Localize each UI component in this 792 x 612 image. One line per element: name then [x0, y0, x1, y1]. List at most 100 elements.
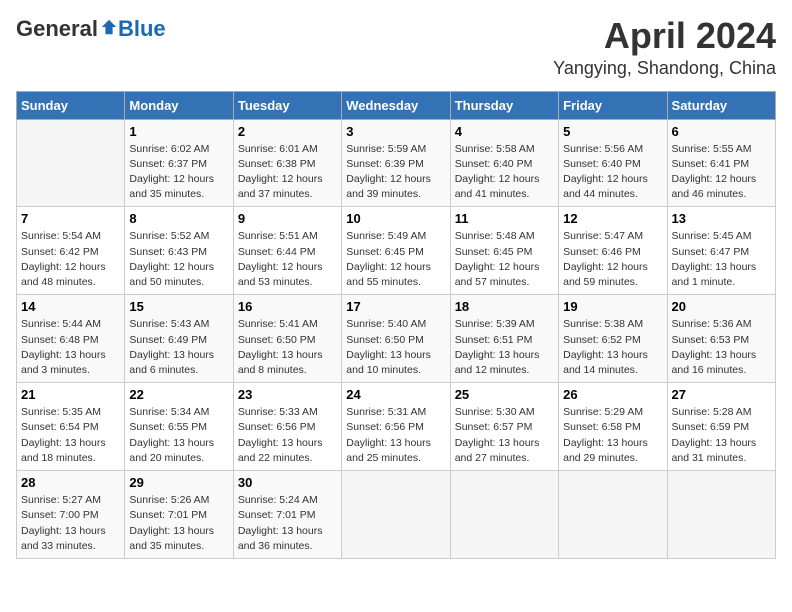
calendar-cell: 3Sunrise: 5:59 AM Sunset: 6:39 PM Daylig…: [342, 119, 450, 207]
day-number: 4: [455, 124, 554, 139]
day-info: Sunrise: 5:41 AM Sunset: 6:50 PM Dayligh…: [238, 317, 337, 378]
calendar-cell: 7 Sunrise: 5:54 AM Sunset: 6:42 PM Daylig…: [17, 207, 125, 295]
calendar-cell: 9 Sunrise: 5:51 AM Sunset: 6:44 PM Daylig…: [233, 207, 341, 295]
logo-general-text: General: [16, 16, 98, 42]
calendar-cell: 16 Sunrise: 5:41 AM Sunset: 6:50 PM Dayli…: [233, 295, 341, 383]
day-info: Sunrise: 5:48 AM Sunset: 6:45 PM Dayligh…: [455, 229, 554, 290]
calendar-cell: 23Sunrise: 5:33 AM Sunset: 6:56 PM Dayli…: [233, 383, 341, 471]
calendar-cell: 25 Sunrise: 5:30 AM Sunset: 6:57 PM Dayli…: [450, 383, 558, 471]
day-info: Sunrise: 5:28 AM Sunset: 6:59 PM Dayligh…: [672, 405, 771, 466]
day-info: Sunrise: 5:56 AM Sunset: 6:40 PM Dayligh…: [563, 142, 662, 203]
calendar-cell: 28 Sunrise: 5:27 AM Sunset: 7:00 PM Dayli…: [17, 471, 125, 559]
calendar-cell: 17Sunrise: 5:40 AM Sunset: 6:50 PM Dayli…: [342, 295, 450, 383]
day-info: Sunrise: 5:55 AM Sunset: 6:41 PM Dayligh…: [672, 142, 771, 203]
day-number: 27: [672, 387, 771, 402]
title-block: April 2024 Yangying, Shandong, China: [553, 16, 776, 79]
day-number: 13: [672, 211, 771, 226]
calendar-cell: 1 Sunrise: 6:02 AM Sunset: 6:37 PM Daylig…: [125, 119, 233, 207]
day-number: 25: [455, 387, 554, 402]
calendar-cell: 13 Sunrise: 5:45 AM Sunset: 6:47 PM Dayli…: [667, 207, 775, 295]
day-number: 18: [455, 299, 554, 314]
week-row-1: 1 Sunrise: 6:02 AM Sunset: 6:37 PM Daylig…: [17, 119, 776, 207]
week-row-5: 28 Sunrise: 5:27 AM Sunset: 7:00 PM Dayli…: [17, 471, 776, 559]
calendar-cell: 22 Sunrise: 5:34 AM Sunset: 6:55 PM Dayli…: [125, 383, 233, 471]
day-number: 16: [238, 299, 337, 314]
day-info: Sunrise: 5:35 AM Sunset: 6:54 PM Dayligh…: [21, 405, 120, 466]
day-info: Sunrise: 5:27 AM Sunset: 7:00 PM Dayligh…: [21, 493, 120, 554]
location-title: Yangying, Shandong, China: [553, 58, 776, 79]
day-number: 14: [21, 299, 120, 314]
day-info: Sunrise: 5:26 AM Sunset: 7:01 PM Dayligh…: [129, 493, 228, 554]
month-title: April 2024: [553, 16, 776, 56]
calendar-cell: 10 Sunrise: 5:49 AM Sunset: 6:45 PM Dayli…: [342, 207, 450, 295]
calendar-cell: 2 Sunrise: 6:01 AM Sunset: 6:38 PM Daylig…: [233, 119, 341, 207]
day-info: Sunrise: 5:30 AM Sunset: 6:57 PM Dayligh…: [455, 405, 554, 466]
day-info: Sunrise: 5:34 AM Sunset: 6:55 PM Dayligh…: [129, 405, 228, 466]
day-info: Sunrise: 5:58 AM Sunset: 6:40 PM Dayligh…: [455, 142, 554, 203]
day-info: Sunrise: 5:51 AM Sunset: 6:44 PM Dayligh…: [238, 229, 337, 290]
header-row: SundayMondayTuesdayWednesdayThursdayFrid…: [17, 91, 776, 119]
column-header-monday: Monday: [125, 91, 233, 119]
calendar-cell: [559, 471, 667, 559]
day-info: Sunrise: 5:54 AM Sunset: 6:42 PM Dayligh…: [21, 229, 120, 290]
day-number: 26: [563, 387, 662, 402]
logo-blue-text: Blue: [118, 16, 166, 42]
day-number: 20: [672, 299, 771, 314]
calendar-cell: 20 Sunrise: 5:36 AM Sunset: 6:53 PM Dayli…: [667, 295, 775, 383]
calendar-cell: 29 Sunrise: 5:26 AM Sunset: 7:01 PM Dayli…: [125, 471, 233, 559]
day-number: 24: [346, 387, 445, 402]
page-header: General Blue April 2024 Yangying, Shando…: [16, 16, 776, 79]
day-info: Sunrise: 5:49 AM Sunset: 6:45 PM Dayligh…: [346, 229, 445, 290]
day-number: 19: [563, 299, 662, 314]
calendar-cell: [450, 471, 558, 559]
day-number: 8: [129, 211, 228, 226]
day-info: Sunrise: 6:01 AM Sunset: 6:38 PM Dayligh…: [238, 142, 337, 203]
day-info: Sunrise: 5:29 AM Sunset: 6:58 PM Dayligh…: [563, 405, 662, 466]
logo: General Blue: [16, 16, 166, 42]
day-number: 22: [129, 387, 228, 402]
calendar-cell: 18 Sunrise: 5:39 AM Sunset: 6:51 PM Dayli…: [450, 295, 558, 383]
day-number: 12: [563, 211, 662, 226]
calendar-cell: 26 Sunrise: 5:29 AM Sunset: 6:58 PM Dayli…: [559, 383, 667, 471]
calendar-cell: 19Sunrise: 5:38 AM Sunset: 6:52 PM Dayli…: [559, 295, 667, 383]
calendar-cell: 5 Sunrise: 5:56 AM Sunset: 6:40 PM Daylig…: [559, 119, 667, 207]
day-number: 28: [21, 475, 120, 490]
calendar-cell: 8Sunrise: 5:52 AM Sunset: 6:43 PM Daylig…: [125, 207, 233, 295]
day-number: 21: [21, 387, 120, 402]
day-info: Sunrise: 5:43 AM Sunset: 6:49 PM Dayligh…: [129, 317, 228, 378]
calendar-cell: [342, 471, 450, 559]
day-number: 11: [455, 211, 554, 226]
calendar-cell: 21 Sunrise: 5:35 AM Sunset: 6:54 PM Dayli…: [17, 383, 125, 471]
day-info: Sunrise: 5:24 AM Sunset: 7:01 PM Dayligh…: [238, 493, 337, 554]
day-number: 6: [672, 124, 771, 139]
day-info: Sunrise: 6:02 AM Sunset: 6:37 PM Dayligh…: [129, 142, 228, 203]
day-info: Sunrise: 5:36 AM Sunset: 6:53 PM Dayligh…: [672, 317, 771, 378]
week-row-2: 7 Sunrise: 5:54 AM Sunset: 6:42 PM Daylig…: [17, 207, 776, 295]
day-number: 2: [238, 124, 337, 139]
day-info: Sunrise: 5:40 AM Sunset: 6:50 PM Dayligh…: [346, 317, 445, 378]
day-info: Sunrise: 5:31 AM Sunset: 6:56 PM Dayligh…: [346, 405, 445, 466]
column-header-saturday: Saturday: [667, 91, 775, 119]
calendar-cell: 12Sunrise: 5:47 AM Sunset: 6:46 PM Dayli…: [559, 207, 667, 295]
calendar-cell: 27 Sunrise: 5:28 AM Sunset: 6:59 PM Dayli…: [667, 383, 775, 471]
day-info: Sunrise: 5:33 AM Sunset: 6:56 PM Dayligh…: [238, 405, 337, 466]
calendar-cell: 30 Sunrise: 5:24 AM Sunset: 7:01 PM Dayli…: [233, 471, 341, 559]
day-info: Sunrise: 5:44 AM Sunset: 6:48 PM Dayligh…: [21, 317, 120, 378]
day-number: 7: [21, 211, 120, 226]
week-row-3: 14 Sunrise: 5:44 AM Sunset: 6:48 PM Dayli…: [17, 295, 776, 383]
day-number: 1: [129, 124, 228, 139]
day-number: 9: [238, 211, 337, 226]
day-info: Sunrise: 5:39 AM Sunset: 6:51 PM Dayligh…: [455, 317, 554, 378]
calendar-cell: 14 Sunrise: 5:44 AM Sunset: 6:48 PM Dayli…: [17, 295, 125, 383]
column-header-sunday: Sunday: [17, 91, 125, 119]
column-header-thursday: Thursday: [450, 91, 558, 119]
day-info: Sunrise: 5:45 AM Sunset: 6:47 PM Dayligh…: [672, 229, 771, 290]
day-info: Sunrise: 5:59 AM Sunset: 6:39 PM Dayligh…: [346, 142, 445, 203]
day-number: 29: [129, 475, 228, 490]
day-number: 30: [238, 475, 337, 490]
column-header-tuesday: Tuesday: [233, 91, 341, 119]
calendar-cell: [667, 471, 775, 559]
day-number: 10: [346, 211, 445, 226]
week-row-4: 21 Sunrise: 5:35 AM Sunset: 6:54 PM Dayli…: [17, 383, 776, 471]
day-number: 5: [563, 124, 662, 139]
